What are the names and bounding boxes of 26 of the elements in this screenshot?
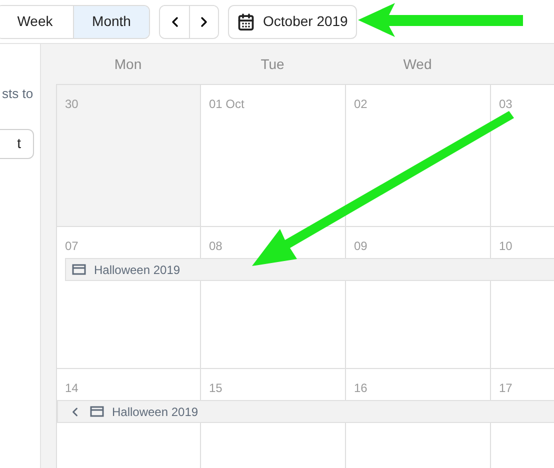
day-number: 09 — [354, 239, 368, 253]
day-cell[interactable]: 30 — [57, 85, 201, 226]
card-icon — [90, 406, 104, 417]
event-bar[interactable]: Halloween 2019 — [57, 400, 554, 423]
weekday-label: Wed — [403, 56, 432, 72]
day-number: 14 — [65, 381, 78, 395]
next-button[interactable] — [189, 6, 218, 38]
day-number: 08 — [209, 239, 222, 253]
day-number: 16 — [354, 381, 368, 395]
calendar-icon — [237, 12, 255, 30]
day-number: 07 — [65, 239, 78, 253]
card-icon — [72, 264, 86, 275]
day-number: 30 — [65, 97, 78, 111]
day-number: 10 — [499, 239, 512, 253]
weekday-label: Tue — [260, 56, 284, 72]
sidebar-button[interactable]: t — [0, 128, 34, 158]
day-number: 03 — [499, 97, 512, 111]
day-number: 15 — [209, 381, 222, 395]
weekday-label: Mon — [114, 56, 142, 72]
view-tab[interactable]: Month — [73, 6, 149, 38]
day-number: 02 — [354, 97, 368, 111]
date-picker-button[interactable]: October 2019 — [228, 4, 357, 38]
event-bar[interactable]: Halloween 2019 — [65, 258, 554, 281]
day-number: 01 Oct — [209, 97, 244, 111]
sidebar-text: sts to — [2, 85, 34, 103]
day-number: 17 — [499, 381, 512, 395]
